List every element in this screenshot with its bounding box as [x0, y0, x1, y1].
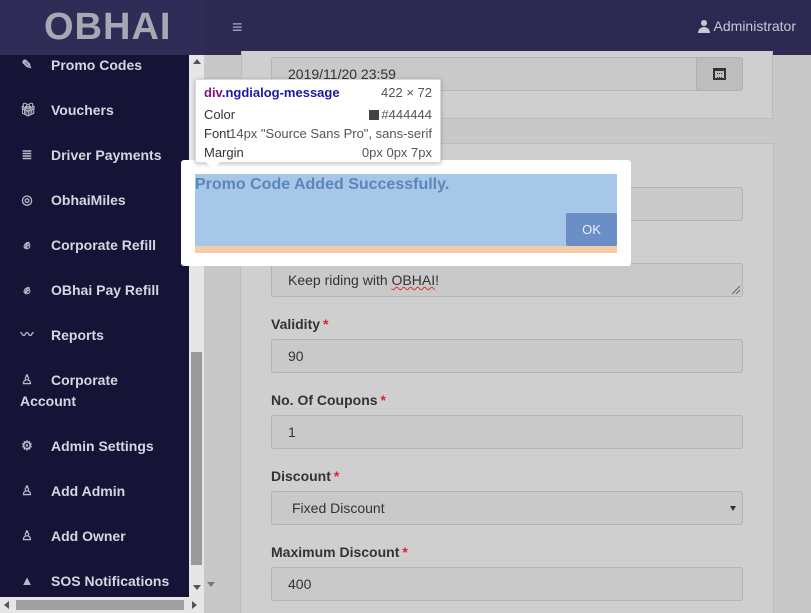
logo-area: OBHAI [0, 0, 205, 55]
sidebar-item-label: Add Owner [51, 528, 126, 544]
user-name: Administrator [713, 18, 796, 34]
inspector-color-row: Color #444444 [204, 106, 432, 124]
user-outline-icon: ♙ [21, 372, 33, 387]
discount-label-text: Discount [271, 468, 331, 484]
dialog-footer-bar [195, 246, 617, 253]
max-discount-label: Maximum Discount * [271, 544, 408, 560]
scroll-left-arrow-icon[interactable] [4, 601, 9, 609]
gear-icon: ⚙ [21, 438, 33, 453]
dialog-message: Promo Code Added Successfully. [195, 174, 617, 246]
validity-label-text: Validity [271, 316, 321, 332]
sidebar-item-label: Vouchers [51, 102, 114, 118]
validity-field[interactable]: 90 [271, 339, 743, 373]
color-swatch-icon [369, 110, 380, 120]
max-discount-label-text: Maximum Discount [271, 544, 400, 560]
success-dialog: Promo Code Added Successfully. OK [181, 160, 631, 266]
line-chart-icon: 〰 [20, 327, 34, 342]
discount-select[interactable]: Fixed Discount [271, 491, 743, 525]
inspector-color-label: Color [204, 107, 236, 122]
discount-value: Fixed Discount [292, 500, 385, 516]
sidebar-item-label: Corporate [51, 372, 118, 388]
inspector-font-row: Font 14px "Source Sans Pro", sans-serif [204, 125, 432, 143]
scroll-up-arrow-icon[interactable] [193, 59, 201, 64]
coupons-label: No. Of Coupons * [271, 392, 386, 408]
top-navbar: OBHAI ≡ Administrator [0, 0, 811, 55]
coupons-value: 1 [288, 424, 296, 440]
validity-value: 90 [288, 348, 304, 364]
sidebar-item-label: Admin Settings [51, 438, 154, 454]
database-icon: ≣ [21, 147, 33, 162]
dialog-message-text: Promo Code Added Successfully. [195, 176, 450, 193]
max-discount-field[interactable]: 400 [271, 567, 743, 601]
sidebar-item-label: Add Admin [51, 483, 126, 499]
required-mark: * [402, 544, 408, 560]
inspector-class: .ngdialog-message [221, 85, 340, 100]
sidebar-item-label: Driver Payments [51, 147, 162, 163]
max-discount-value: 400 [288, 576, 312, 592]
message-textarea[interactable]: Keep riding with OBHAI! [271, 263, 743, 297]
message-text: Keep riding with OBHAI! [288, 272, 439, 288]
inspector-tag: div [204, 85, 222, 100]
scroll-indicator-icon [207, 582, 215, 587]
refill-icon: ✊︎ [23, 237, 31, 252]
sidebar-item-label: Promo Codes [51, 57, 143, 73]
scroll-down-arrow-icon[interactable] [193, 585, 201, 590]
chevron-down-icon [730, 506, 736, 511]
edit-icon: ✎ [21, 57, 33, 72]
inspector-tooltip: div.ngdialog-message 422 × 72 Color #444… [195, 79, 441, 169]
sidebar-item-label-line2: Account [20, 393, 76, 409]
inspector-color-value: #444444 [369, 106, 432, 124]
required-mark: * [323, 316, 329, 332]
inspector-font-label: Font [204, 126, 231, 141]
sidebar-horizontal-scrollbar[interactable] [0, 597, 204, 613]
inspector-element-row: div.ngdialog-message 422 × 72 [204, 84, 432, 102]
required-mark: * [333, 468, 340, 484]
menu-toggle-icon[interactable]: ≡ [232, 17, 248, 37]
user-icon [697, 19, 710, 33]
sidebar-item-label: SOS Notifications [51, 573, 170, 589]
sidebar-item-label: Corporate Refill [51, 237, 157, 253]
message-value: Keep riding with OBHAI! [288, 272, 439, 288]
user-outline-icon: ♙ [21, 528, 33, 543]
ok-button[interactable]: OK [566, 213, 617, 246]
sidebar-item-label: Reports [51, 327, 104, 343]
required-mark: * [380, 392, 386, 408]
scrollbar-thumb[interactable] [191, 352, 202, 565]
horizontal-scrollbar-thumb[interactable] [16, 600, 184, 610]
logo[interactable]: OBHAI [44, 6, 171, 49]
validity-label: Validity * [271, 316, 328, 332]
refill-icon: ✊︎ [23, 282, 31, 297]
inspector-color-text: #444444 [381, 107, 432, 122]
inspector-size: 422 × 72 [381, 85, 432, 100]
scroll-right-arrow-icon[interactable] [192, 601, 197, 609]
resize-handle-icon[interactable] [732, 286, 740, 294]
warning-icon: ▲ [20, 573, 34, 588]
sidebar-item-label: ObhaiMiles [51, 192, 126, 208]
calendar-button[interactable] [696, 57, 743, 91]
bullseye-icon: ◎ [21, 192, 33, 207]
coupons-label-text: No. Of Coupons [271, 392, 378, 408]
coupons-field[interactable]: 1 [271, 415, 743, 449]
sidebar-item-corporate-account[interactable]: ♙ Corporate Account [0, 372, 189, 412]
user-menu[interactable]: Administrator [697, 18, 796, 34]
discount-label: Discount * [271, 468, 339, 484]
sidebar: ✎ Promo Codes 🎁︎ Vouchers ≣ Driver Payme… [0, 55, 189, 597]
inspector-margin-label: Margin [204, 145, 244, 160]
sidebar-item-label: OBhai Pay Refill [51, 282, 160, 298]
inspector-margin-row: Margin 0px 0px 7px [204, 144, 432, 162]
calendar-icon [713, 68, 726, 80]
inspector-font-value: 14px "Source Sans Pro", sans-serif [229, 126, 432, 141]
inspector-margin-value: 0px 0px 7px [361, 145, 432, 160]
user-outline-icon: ♙ [21, 483, 33, 498]
gift-icon: 🎁︎ [20, 102, 37, 117]
